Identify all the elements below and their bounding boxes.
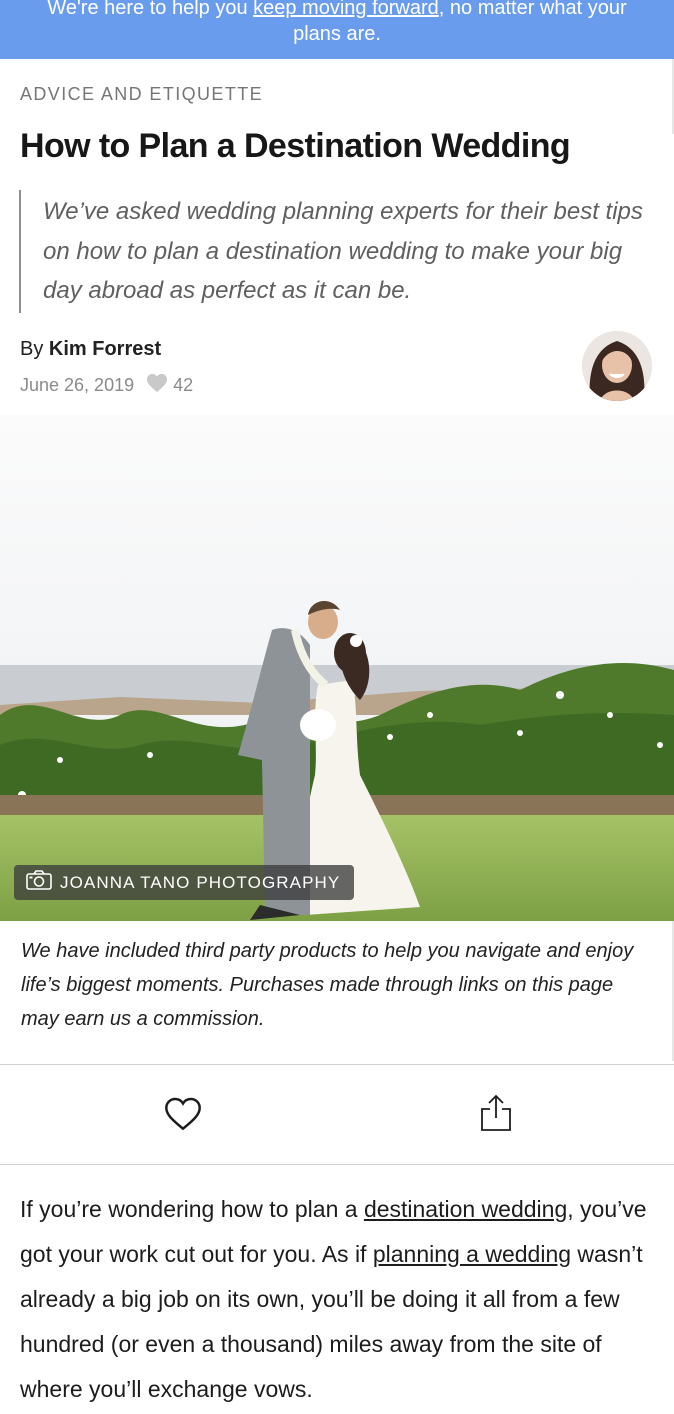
photo-credit-text: JOANNA TANO PHOTOGRAPHY [60, 872, 341, 892]
affiliate-disclaimer: We have included third party products to… [21, 940, 634, 1030]
byline-prefix: By [20, 338, 49, 360]
hero-photo [0, 415, 674, 921]
author-name[interactable]: Kim Forrest [49, 338, 161, 360]
article-title: How to Plan a Destination Wedding [20, 127, 571, 165]
author-avatar[interactable] [582, 331, 652, 401]
like-button[interactable] [155, 1094, 211, 1138]
camera-icon [26, 870, 52, 895]
planning-a-wedding-link[interactable]: planning a wedding [373, 1241, 571, 1267]
heart-filled-icon [146, 373, 168, 398]
share-button[interactable] [468, 1092, 524, 1138]
banner-text: We're here to help you keep moving forwa… [0, 0, 674, 47]
body-text-1: If you’re wondering how to plan a [20, 1196, 364, 1222]
article-category[interactable]: ADVICE AND ETIQUETTE [20, 84, 263, 105]
heart-outline-icon [164, 1097, 202, 1136]
byline: By Kim Forrest [20, 338, 161, 361]
banner-link[interactable]: keep moving forward [253, 0, 439, 19]
likes-count: 42 [173, 375, 194, 395]
divider-bottom [0, 1164, 674, 1165]
article-meta: June 26, 2019 42 [20, 373, 193, 398]
banner-text-start: We're here to help you [47, 0, 254, 19]
divider-top [0, 1064, 674, 1065]
announcement-banner: We're here to help you keep moving forwa… [0, 0, 674, 59]
article-summary: We’ve asked wedding planning experts for… [19, 190, 643, 313]
destination-wedding-link[interactable]: destination wedding [364, 1196, 567, 1222]
photo-credit: JOANNA TANO PHOTOGRAPHY [14, 865, 355, 900]
share-icon [479, 1094, 513, 1137]
article-body-paragraph: If you’re wondering how to plan a destin… [20, 1187, 650, 1412]
publish-date: June 26, 2019 [20, 375, 135, 395]
